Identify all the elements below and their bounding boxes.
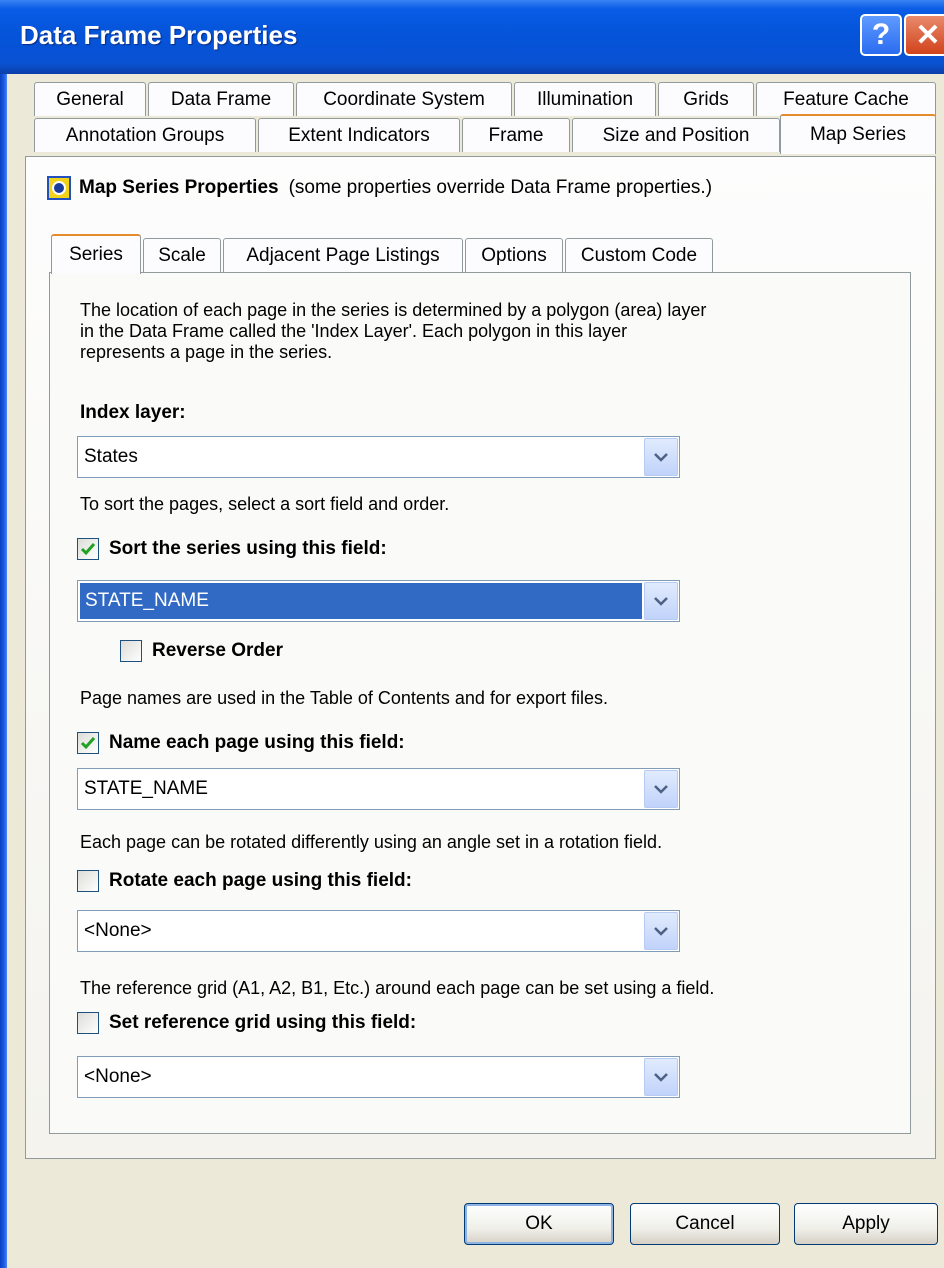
rotate-checkbox[interactable] [77,870,99,892]
sort-field-value: STATE_NAME [80,583,642,619]
grid-field-dropdown[interactable]: <None> [77,1056,680,1098]
cancel-button[interactable]: Cancel [630,1203,780,1245]
tab-scale[interactable]: Scale [143,238,221,272]
map-series-note: (some properties override Data Frame pro… [288,177,713,198]
close-icon: ✕ [915,18,941,52]
sort-field-dropdown[interactable]: STATE_NAME [77,580,680,622]
name-checkbox[interactable] [77,732,99,754]
help-button[interactable]: ? [860,14,902,56]
chevron-down-icon[interactable] [644,438,678,476]
grid-hint: The reference grid (A1, A2, B1, Etc.) ar… [80,978,715,998]
grid-checkbox[interactable] [77,1012,99,1034]
rotate-checkbox-row[interactable]: Rotate each page using this field: [77,870,412,892]
sort-hint: To sort the pages, select a sort field a… [80,494,450,514]
apply-button[interactable]: Apply [794,1203,938,1245]
data-frame-properties-dialog: Data Frame Properties ? ✕ General Data F… [0,0,944,1268]
chevron-down-icon[interactable] [644,582,678,620]
close-button[interactable]: ✕ [904,14,944,56]
check-icon [80,543,96,556]
name-field-value: STATE_NAME [84,778,208,799]
tab-annotation-groups[interactable]: Annotation Groups [34,118,256,152]
name-checkbox-label: Name each page using this field: [109,732,405,753]
grid-checkbox-label: Set reference grid using this field: [109,1012,417,1033]
map-series-title: Map Series Properties [79,177,279,198]
tab-grids[interactable]: Grids [658,82,754,116]
rotate-checkbox-label: Rotate each page using this field: [109,870,412,891]
rotate-field-value: <None> [84,920,152,941]
tab-frame[interactable]: Frame [462,118,570,152]
sort-checkbox[interactable] [77,538,99,560]
tab-coordinate-system[interactable]: Coordinate System [296,82,512,116]
tab-feature-cache[interactable]: Feature Cache [756,82,936,116]
tab-illumination[interactable]: Illumination [514,82,656,116]
grid-field-value: <None> [84,1066,152,1087]
index-layer-label: Index layer: [80,402,186,423]
reverse-order-label: Reverse Order [152,640,283,661]
map-series-header: Map Series Properties (some properties o… [47,176,712,200]
index-layer-value: States [84,446,138,467]
sort-checkbox-row[interactable]: Sort the series using this field: [77,538,387,560]
grid-checkbox-row[interactable]: Set reference grid using this field: [77,1012,416,1034]
chevron-down-icon[interactable] [644,770,678,808]
tab-custom-code[interactable]: Custom Code [565,238,713,272]
name-field-dropdown[interactable]: STATE_NAME [77,768,680,810]
map-series-icon [47,176,71,200]
series-description: The location of each page in the series … [80,300,707,362]
chevron-down-icon[interactable] [644,912,678,950]
tab-data-frame[interactable]: Data Frame [148,82,294,116]
window-title: Data Frame Properties [20,20,298,50]
tab-general[interactable]: General [34,82,146,116]
sort-checkbox-label: Sort the series using this field: [109,538,387,559]
tab-size-and-position[interactable]: Size and Position [572,118,780,152]
chevron-down-icon[interactable] [644,1058,678,1096]
tab-map-series[interactable]: Map Series [780,114,936,154]
reverse-order-checkbox[interactable] [120,640,142,662]
tab-options[interactable]: Options [465,238,563,272]
rotate-hint: Each page can be rotated differently usi… [80,832,663,852]
rotate-field-dropdown[interactable]: <None> [77,910,680,952]
name-checkbox-row[interactable]: Name each page using this field: [77,732,405,754]
reverse-order-row[interactable]: Reverse Order [120,640,283,662]
page-names-hint: Page names are used in the Table of Cont… [80,688,608,708]
title-bar[interactable]: Data Frame Properties ? ✕ [0,0,944,74]
window-border [0,74,7,1268]
index-layer-dropdown[interactable]: States [77,436,680,478]
check-icon [80,737,96,750]
ok-button[interactable]: OK [464,1203,614,1245]
tab-adjacent-page-listings[interactable]: Adjacent Page Listings [223,238,463,272]
tab-extent-indicators[interactable]: Extent Indicators [258,118,460,152]
tab-series[interactable]: Series [51,234,141,274]
